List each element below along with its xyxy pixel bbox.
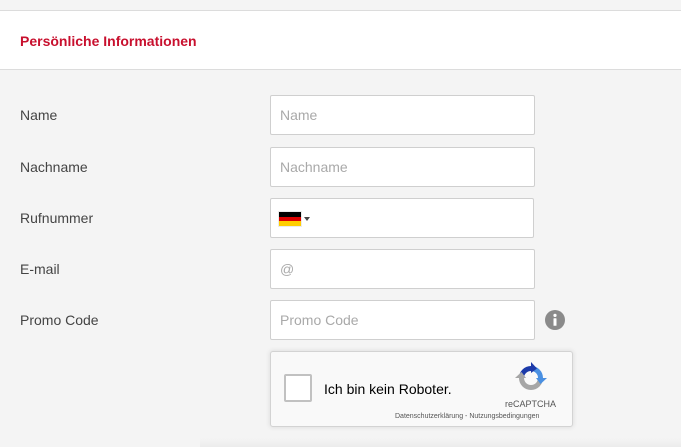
- lastname-input[interactable]: [270, 147, 535, 187]
- recaptcha-label: Ich bin kein Roboter.: [324, 381, 452, 397]
- recaptcha-logo-icon: [515, 362, 547, 390]
- info-icon[interactable]: [545, 310, 565, 330]
- name-input[interactable]: [270, 95, 535, 135]
- germany-flag-icon: [279, 212, 301, 227]
- privacy-link[interactable]: Datenschutzerklärung: [395, 413, 463, 420]
- recaptcha-widget: Ich bin kein Roboter. reCAPTCHA Datensch…: [270, 351, 573, 427]
- chevron-down-icon: [304, 217, 310, 221]
- phone-input[interactable]: [315, 200, 533, 238]
- top-strip: [0, 0, 681, 11]
- email-input[interactable]: [270, 249, 535, 289]
- section-header: Persönliche Informationen: [0, 11, 681, 70]
- bottom-shadow: [200, 438, 681, 447]
- promo-label: Promo Code: [20, 312, 99, 328]
- phone-label: Rufnummer: [20, 210, 94, 226]
- recaptcha-brand: reCAPTCHA: [505, 399, 557, 409]
- section-title: Persönliche Informationen: [20, 33, 197, 49]
- terms-link[interactable]: Nutzungsbedingungen: [469, 413, 539, 420]
- recaptcha-checkbox[interactable]: [284, 374, 312, 402]
- recaptcha-links: Datenschutzerklärung - Nutzungsbedingung…: [395, 413, 539, 421]
- country-selector[interactable]: [279, 212, 313, 227]
- lastname-label: Nachname: [20, 159, 88, 175]
- name-label: Name: [20, 107, 58, 123]
- promo-input[interactable]: [270, 300, 535, 340]
- email-label: E-mail: [20, 261, 60, 277]
- phone-field: [270, 198, 534, 238]
